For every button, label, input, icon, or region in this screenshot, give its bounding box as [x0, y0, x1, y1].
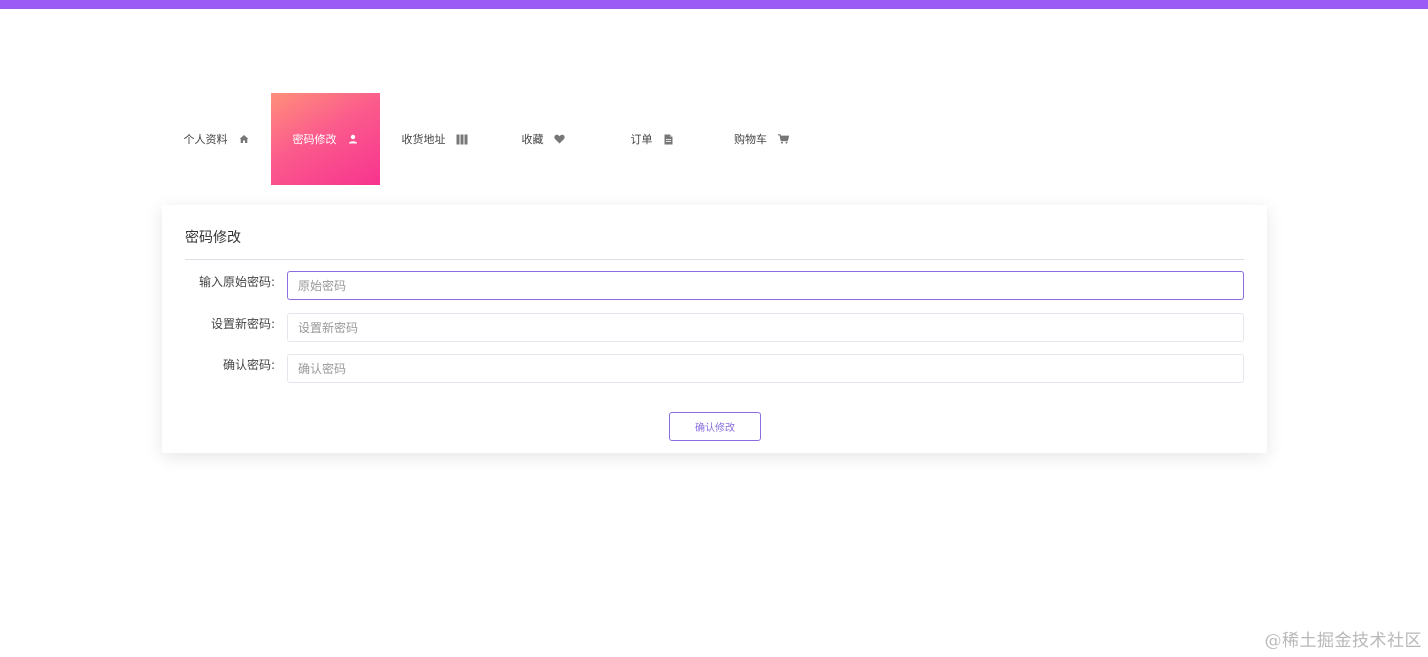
old-password-input[interactable]	[287, 271, 1244, 300]
top-accent-bar	[0, 0, 1428, 9]
tab-label: 个人资料	[183, 133, 228, 146]
tab-profile[interactable]: 个人资料	[162, 93, 271, 185]
card-divider	[185, 259, 1244, 260]
new-password-row: 设置新密码:	[162, 313, 1267, 343]
new-password-label: 设置新密码:	[210, 317, 275, 331]
tab-orders[interactable]: 订单	[598, 93, 707, 185]
document-icon	[663, 133, 675, 145]
confirm-change-button[interactable]: 确认修改	[669, 412, 761, 441]
confirm-password-input[interactable]	[287, 354, 1244, 383]
old-password-row: 输入原始密码:	[162, 271, 1267, 301]
card-title: 密码修改	[185, 230, 241, 246]
confirm-password-row: 确认密码:	[162, 354, 1267, 384]
home-icon	[238, 133, 250, 145]
tab-address[interactable]: 收货地址	[380, 93, 489, 185]
tab-label: 购物车	[734, 133, 767, 146]
watermark: @稀土掘金技术社区	[1264, 631, 1422, 651]
old-password-label: 输入原始密码:	[198, 275, 275, 289]
tab-label: 订单	[630, 133, 653, 146]
password-change-card: 密码修改 输入原始密码: 设置新密码: 确认密码: 确认修改	[162, 205, 1267, 453]
tab-label: 收藏	[521, 133, 544, 146]
account-tabs: 个人资料 密码修改 收货地址 收藏 订单 购物车	[162, 93, 816, 185]
tab-cart[interactable]: 购物车	[707, 93, 816, 185]
cart-icon	[777, 133, 789, 145]
columns-icon	[456, 133, 468, 145]
tab-label: 收货地址	[401, 133, 446, 146]
confirm-password-label: 确认密码:	[222, 358, 275, 372]
tab-favorites[interactable]: 收藏	[489, 93, 598, 185]
tab-label: 密码修改	[292, 133, 337, 146]
heart-icon	[554, 133, 566, 145]
new-password-input[interactable]	[287, 313, 1244, 342]
tab-password[interactable]: 密码修改	[271, 93, 380, 185]
user-icon	[347, 133, 359, 145]
